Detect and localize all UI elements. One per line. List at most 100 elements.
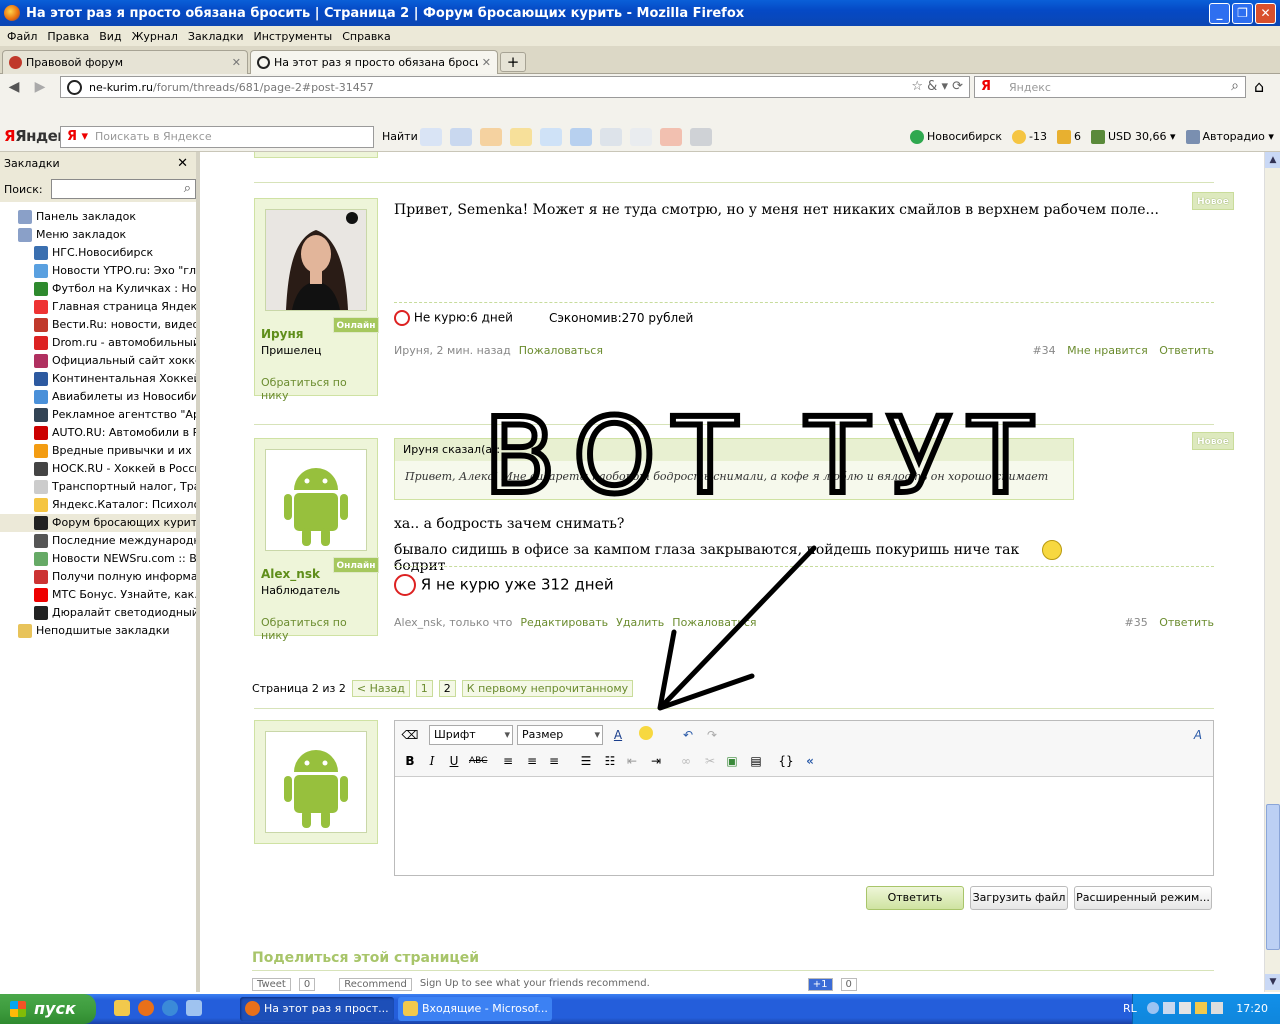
bookmark-star-icon[interactable]: ☆ & ▾ ⟳: [911, 79, 963, 94]
bookmark-favicon-icon: [34, 354, 48, 368]
bookmark-item[interactable]: HOCK.RU - Хоккей в Росси...: [0, 460, 196, 478]
favorites-star-icon[interactable]: [510, 128, 532, 146]
menu-history[interactable]: Журнал: [127, 30, 183, 43]
menu-tools[interactable]: Инструменты: [249, 30, 338, 43]
bookmark-item[interactable]: НГС.Новосибирск: [0, 244, 196, 262]
yandex-find-button[interactable]: Найти: [382, 130, 418, 143]
bookmark-item[interactable]: Официальный сайт хокке...: [0, 352, 196, 370]
folder-icon: [18, 228, 32, 242]
tab-forum-thread[interactable]: На этот раз я просто обязана бросить ...…: [250, 50, 498, 74]
outlook-icon[interactable]: [114, 1000, 130, 1016]
url-bar[interactable]: ne-kurim.ru /forum/threads/681/page-2#po…: [60, 76, 970, 98]
bookmark-favicon-icon: [34, 372, 48, 386]
sidebar-close-icon[interactable]: ✕: [177, 152, 188, 176]
traffic-icon: [1057, 130, 1071, 144]
home-icon[interactable]: ⌂: [1254, 77, 1264, 96]
screenshot-icon[interactable]: [600, 128, 622, 146]
city-informer[interactable]: Новосибирск: [910, 130, 1002, 144]
tab-favicon-icon: [9, 56, 22, 69]
traffic-informer[interactable]: 6: [1057, 130, 1081, 144]
forward-button[interactable]: ▶: [30, 77, 50, 97]
bookmark-item[interactable]: Вредные привычки и их п...: [0, 442, 196, 460]
bookmark-label: Новости NEWSru.com :: Вс...: [52, 552, 196, 565]
printer-icon[interactable]: [1179, 1002, 1191, 1014]
bookmark-item[interactable]: МТС Бонус. Узнайте, как...: [0, 586, 196, 604]
bookmark-item[interactable]: Футбол на Куличках : Но...: [0, 280, 196, 298]
bookmark-favicon-icon: [34, 426, 48, 440]
show-desktop-icon[interactable]: [186, 1000, 202, 1016]
bookmark-item[interactable]: AUTO.RU: Автомобили в Р...: [0, 424, 196, 442]
bookmark-item[interactable]: Главная страница Яндекса: [0, 298, 196, 316]
bookmark-favicon-icon: [34, 570, 48, 584]
bookmark-item[interactable]: Дюралайт светодиодный...: [0, 604, 196, 622]
scroll-thumb[interactable]: [1266, 804, 1280, 950]
taskbar-item-outlook[interactable]: Входящие - Microsof...: [398, 997, 552, 1021]
bookmark-item[interactable]: Авиабилеты из Новосиби...: [0, 388, 196, 406]
currency-icon: [1091, 130, 1105, 144]
menu-edit[interactable]: Правка: [42, 30, 94, 43]
currency-informer[interactable]: USD 30,66 ▾: [1091, 130, 1176, 144]
sidebar-search-input[interactable]: ⌕: [50, 179, 196, 199]
language-indicator[interactable]: RL: [1123, 994, 1137, 1024]
menu-help[interactable]: Справка: [337, 30, 395, 43]
translate-icon[interactable]: [570, 128, 592, 146]
browser-search-input[interactable]: Я Яндекс ⌕: [974, 76, 1246, 98]
tray-icons: [1147, 1002, 1223, 1014]
site-identity-icon[interactable]: [67, 80, 82, 95]
firefox-launch-icon[interactable]: [138, 1000, 154, 1016]
bookmark-item[interactable]: Вести.Ru: новости, видео...: [0, 316, 196, 334]
tab-close-icon[interactable]: ✕: [232, 56, 241, 69]
bookmark-label: Транспортный налог, Тра...: [52, 480, 196, 493]
bookmark-item[interactable]: Яндекс.Каталог: Психоло...: [0, 496, 196, 514]
bookmark-item[interactable]: Транспортный налог, Тра...: [0, 478, 196, 496]
bookmark-label: Последние международн...: [52, 534, 196, 547]
taskbar-item-firefox[interactable]: На этот раз я прост...: [240, 997, 394, 1021]
minimize-button[interactable]: _: [1209, 3, 1230, 24]
back-button[interactable]: ◀: [4, 77, 24, 97]
comments-icon[interactable]: [630, 128, 652, 146]
menu-bookmarks[interactable]: Закладки: [183, 30, 249, 43]
radio-informer[interactable]: Авторадио ▾: [1185, 130, 1274, 144]
search-icon[interactable]: ⌕: [1231, 78, 1239, 94]
bookmark-item[interactable]: Меню закладок: [0, 226, 196, 244]
bookmark-item[interactable]: Панель закладок: [0, 208, 196, 226]
weather-informer[interactable]: -13: [1012, 130, 1047, 144]
tab-close-icon[interactable]: ✕: [482, 56, 491, 69]
ie-icon[interactable]: [162, 1000, 178, 1016]
start-button[interactable]: пуск: [0, 994, 96, 1024]
bookmark-item[interactable]: Рекламное агентство "Ар...: [0, 406, 196, 424]
settings-gear-icon[interactable]: [690, 128, 712, 146]
bookmark-favicon-icon: [34, 282, 48, 296]
bookmark-item[interactable]: Континентальная Хоккей...: [0, 370, 196, 388]
market-icon[interactable]: [480, 128, 502, 146]
scroll-up-arrow-icon[interactable]: ▲: [1265, 152, 1280, 168]
speaker-icon: [1185, 130, 1200, 144]
bookmark-item[interactable]: Получи полную информац...: [0, 568, 196, 586]
yandex-search-engine-icon[interactable]: Я: [981, 79, 991, 94]
menu-file[interactable]: Файл: [2, 30, 42, 43]
yandex-search-input[interactable]: Я ▾ Поискать в Яндексе: [60, 126, 374, 148]
spellcheck-icon[interactable]: [540, 128, 562, 146]
network-icon[interactable]: [1163, 1002, 1175, 1014]
tray-app-icon[interactable]: [1195, 1002, 1207, 1014]
page-scrollbar[interactable]: ▲ ▼: [1264, 152, 1280, 992]
bookmarks-icon[interactable]: [420, 128, 442, 146]
apps-icon[interactable]: [660, 128, 682, 146]
bookmark-item[interactable]: Drom.ru - автомобильный ...: [0, 334, 196, 352]
bookmark-item[interactable]: Форум бросающих курить: [0, 514, 196, 532]
bookmark-item[interactable]: Новости YTPO.ru: Эхо "гл...: [0, 262, 196, 280]
maximize-button[interactable]: ❐: [1232, 3, 1253, 24]
close-button[interactable]: ✕: [1255, 3, 1276, 24]
tray-chevron-icon[interactable]: [1147, 1002, 1159, 1014]
scroll-down-arrow-icon[interactable]: ▼: [1265, 974, 1280, 990]
menu-view[interactable]: Вид: [94, 30, 126, 43]
bookmark-item[interactable]: Новости NEWSru.com :: Вс...: [0, 550, 196, 568]
bookmark-item[interactable]: Неподшитые закладки: [0, 622, 196, 640]
annotation-text: ВОТ ТУТ: [484, 395, 1050, 517]
tab-pravovoy-forum[interactable]: Правовой форум ✕: [2, 50, 248, 74]
bookmark-item[interactable]: Последние международн...: [0, 532, 196, 550]
volume-icon[interactable]: [1211, 1002, 1223, 1014]
mail-icon[interactable]: [450, 128, 472, 146]
new-tab-button[interactable]: +: [500, 52, 526, 72]
usd-label: USD 30,66: [1108, 130, 1167, 143]
